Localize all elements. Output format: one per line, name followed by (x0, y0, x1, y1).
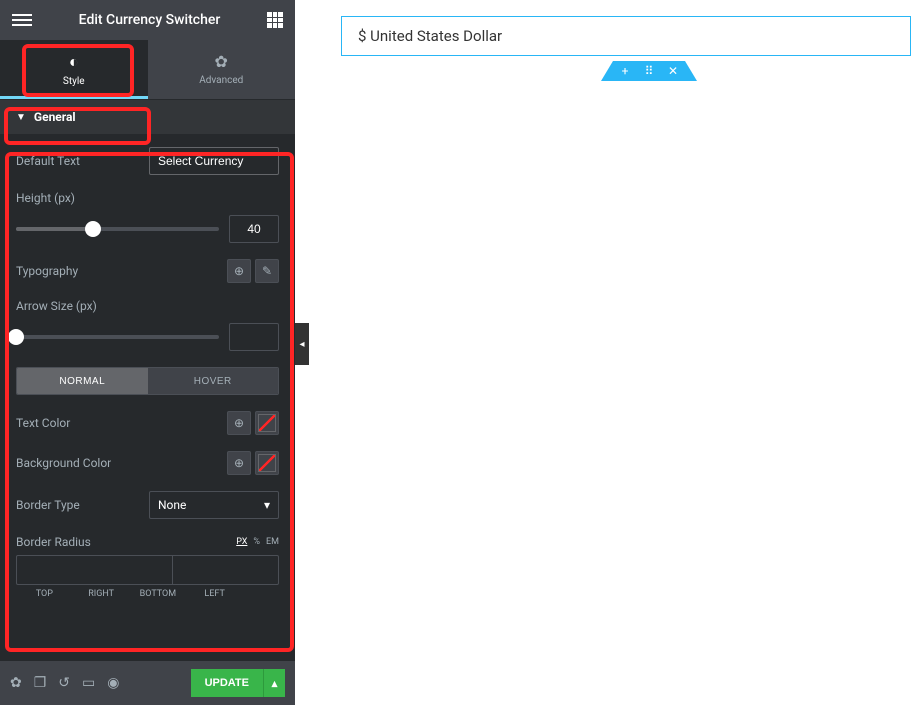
navigator-icon[interactable]: ❐ (34, 675, 47, 691)
default-text-input[interactable] (149, 147, 279, 175)
unit-percent[interactable]: % (253, 537, 260, 547)
radius-top[interactable] (17, 556, 173, 584)
side-bottom: BOTTOM (130, 589, 187, 599)
side-right: RIGHT (73, 589, 130, 599)
globe-icon[interactable]: ⊕ (227, 259, 251, 283)
chevron-down-icon: ▾ (264, 498, 270, 512)
side-top: TOP (16, 589, 73, 599)
currency-name: United States Dollar (370, 27, 502, 45)
update-caret[interactable]: ▴ (263, 669, 285, 697)
menu-icon[interactable] (12, 14, 32, 26)
currency-switcher[interactable]: $ United States Dollar (341, 16, 911, 56)
history-icon[interactable]: ↺ (58, 675, 70, 691)
state-tabs: NORMAL HOVER (16, 367, 279, 395)
tab-label: Advanced (199, 75, 243, 86)
unit-px[interactable]: PX (236, 537, 247, 547)
preview-area: $ United States Dollar + ⠿ ✕ ⤢ HOME ➔ NE… (295, 0, 911, 705)
bg-color-label: Background Color (16, 456, 111, 470)
arrow-size-input[interactable] (229, 323, 279, 351)
globe-icon[interactable]: ⊕ (227, 451, 251, 475)
panel-collapse-handle[interactable]: ◂ (295, 323, 309, 365)
border-type-select[interactable]: None ▾ (149, 491, 279, 519)
close-section-icon[interactable]: ✕ (661, 61, 685, 81)
bg-color-swatch[interactable] (255, 451, 279, 475)
arrow-size-label: Arrow Size (px) (16, 299, 97, 313)
section-label: General (34, 110, 76, 124)
state-normal[interactable]: NORMAL (17, 368, 148, 394)
section-general[interactable]: ▼ General (0, 100, 295, 135)
radius-right[interactable] (173, 556, 279, 584)
border-radius-label: Border Radius (16, 535, 91, 549)
gear-icon: ✿ (215, 52, 228, 71)
pencil-icon[interactable]: ✎ (255, 259, 279, 283)
editor-panel: Edit Currency Switcher ◐ Style ✿ Advance… (0, 0, 295, 705)
panel-title: Edit Currency Switcher (32, 12, 267, 28)
text-color-swatch[interactable] (255, 411, 279, 435)
tab-advanced[interactable]: ✿ Advanced (148, 40, 296, 99)
tab-label: Style (63, 76, 85, 87)
typography-label: Typography (16, 264, 78, 278)
drag-section-icon[interactable]: ⠿ (637, 61, 661, 81)
globe-icon[interactable]: ⊕ (227, 411, 251, 435)
settings-icon[interactable]: ✿ (10, 675, 22, 691)
tab-style[interactable]: ◐ Style (0, 40, 148, 99)
state-hover[interactable]: HOVER (148, 368, 279, 394)
height-label: Height (px) (16, 191, 75, 205)
text-color-label: Text Color (16, 416, 70, 430)
height-slider[interactable] (16, 227, 219, 231)
unit-em[interactable]: EM (266, 537, 279, 547)
preview-icon[interactable]: ◉ (107, 675, 119, 691)
side-left: LEFT (186, 589, 243, 599)
update-button[interactable]: UPDATE (191, 669, 263, 697)
caret-down-icon: ▼ (16, 112, 26, 123)
height-input[interactable] (229, 215, 279, 243)
section-toolbar: + ⠿ ✕ (613, 61, 685, 81)
default-text-label: Default Text (16, 154, 80, 168)
border-type-label: Border Type (16, 498, 80, 512)
currency-symbol: $ (358, 27, 366, 45)
border-type-value: None (158, 498, 186, 512)
responsive-icon[interactable]: ▭ (82, 675, 95, 691)
widgets-icon[interactable] (267, 12, 283, 28)
style-icon: ◐ (69, 52, 79, 72)
add-section-icon[interactable]: + (613, 61, 637, 81)
arrow-size-slider[interactable] (16, 335, 219, 339)
